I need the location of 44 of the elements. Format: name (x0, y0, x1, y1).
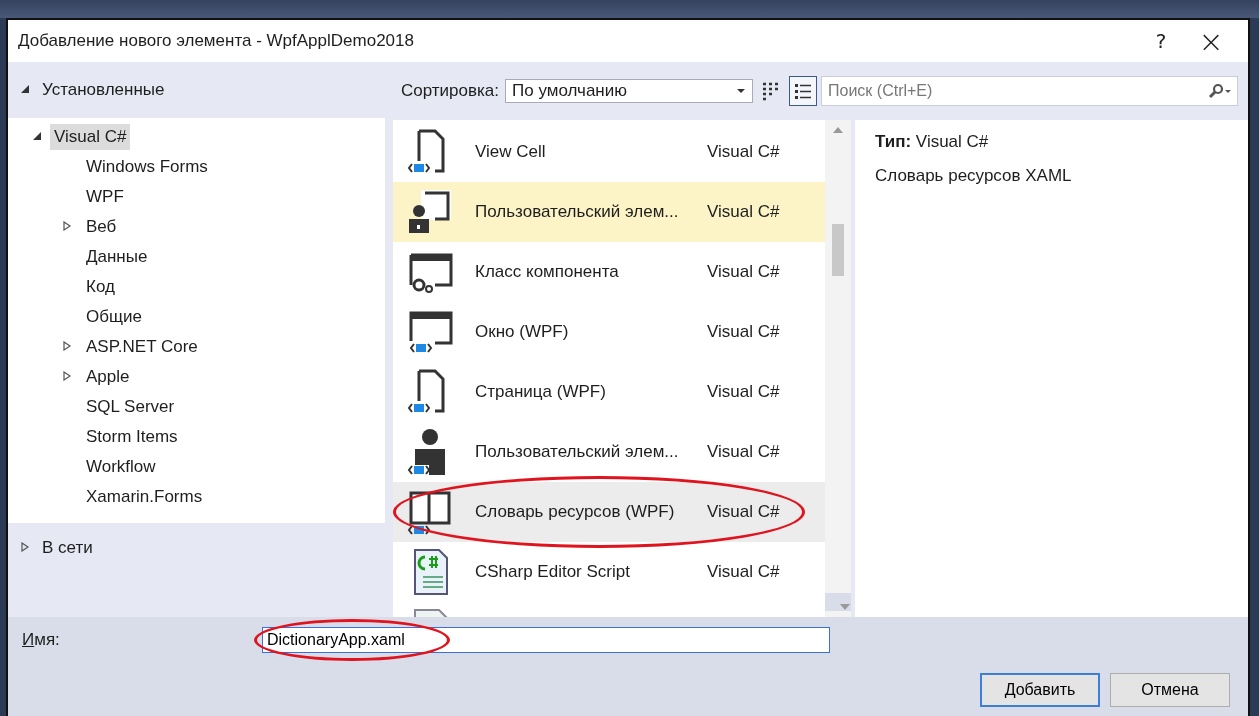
help-button[interactable]: ? (1136, 21, 1186, 61)
scrollbar-thumb[interactable] (832, 224, 844, 276)
sort-dropdown[interactable]: По умолчанию (505, 79, 754, 103)
search-field[interactable]: Поиск (Ctrl+E) (821, 76, 1238, 106)
name-label: Имя: (22, 630, 61, 650)
expanded-arrow-icon[interactable] (32, 131, 44, 143)
tree-item[interactable]: ASP.NET Core (82, 334, 202, 360)
type-text: Тип: Visual C# (875, 132, 989, 152)
tree-item[interactable]: Storm Items (82, 424, 182, 450)
expanded-arrow-icon[interactable] (20, 84, 32, 96)
tree-item[interactable]: Общие (82, 304, 146, 330)
list-view-button[interactable] (789, 76, 818, 106)
template-item[interactable]: Пользовательский элем... Visual C# (393, 182, 825, 242)
section-header[interactable]: Установленные (38, 78, 169, 102)
cancel-button[interactable]: Отмена (1110, 673, 1230, 707)
name-field[interactable]: DictionaryApp.xaml (262, 627, 830, 653)
tree-item[interactable]: Workflow (82, 454, 160, 480)
tree-item[interactable]: Данные (82, 244, 152, 270)
dropdown-caret-icon (736, 88, 747, 94)
tree-item[interactable]: SQL Server (82, 394, 179, 420)
add-button[interactable]: Добавить (980, 673, 1100, 707)
window-title: Добавление нового элемента - WpfApplDemo2018 (18, 31, 415, 51)
tree-item[interactable]: Visual C# (50, 124, 131, 150)
template-item[interactable]: Класс компонента Visual C# (393, 242, 825, 302)
search-icon[interactable] (1208, 83, 1232, 99)
tree-item[interactable]: WPF (82, 184, 128, 210)
description-text: Словарь ресурсов XAML (875, 166, 1072, 186)
template-item[interactable]: CSharp Editor Script Visual C# (393, 542, 825, 602)
template-item[interactable]: Пользовательский элем... Visual C# (393, 422, 825, 482)
tree-item[interactable]: Xamarin.Forms (82, 484, 207, 510)
template-item[interactable]: Страница (WPF) Visual C# (393, 362, 825, 422)
template-item[interactable]: Словарь ресурсов (WPF) Visual C# (393, 482, 825, 542)
template-item[interactable]: Окно (WPF) Visual C# (393, 302, 825, 362)
list-icon (793, 81, 814, 101)
sort-label: Сортировка: (401, 81, 500, 101)
tree-item[interactable]: Веб (82, 214, 121, 240)
template-item[interactable]: View Cell Visual C# (393, 122, 825, 182)
tree-item[interactable]: Код (82, 274, 119, 300)
scrollbar[interactable] (825, 120, 851, 617)
tree-item[interactable]: Windows Forms (82, 154, 212, 180)
section-header[interactable]: В сети (38, 536, 97, 560)
scroll-up-arrow-icon[interactable] (832, 126, 844, 134)
tree-item[interactable]: Apple (82, 364, 134, 390)
close-button[interactable]: × (1186, 21, 1236, 61)
